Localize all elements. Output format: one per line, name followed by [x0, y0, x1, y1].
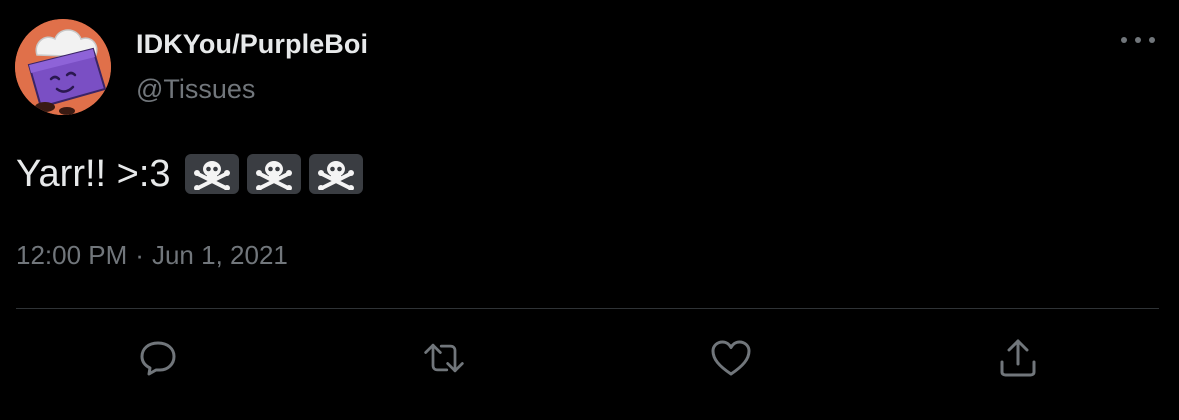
- reply-button[interactable]: [136, 336, 180, 380]
- retweet-button[interactable]: [422, 336, 466, 380]
- tweet-time: 12:00 PM: [16, 240, 128, 270]
- tweet-text-content: Yarr!! >:3: [16, 152, 171, 195]
- tweet-date: Jun 1, 2021: [151, 240, 288, 270]
- tweet-card: IDKYou/PurpleBoi @Tissues Yarr!! >:3 12:…: [0, 0, 1179, 420]
- heart-icon: [711, 340, 751, 376]
- skull-and-crossbones-emoji: [308, 154, 363, 194]
- tweet-text: Yarr!! >:3: [16, 149, 371, 199]
- display-name[interactable]: IDKYou/PurpleBoi: [136, 29, 368, 60]
- more-dots-icon: [1121, 37, 1155, 43]
- skull-crossbones-icon: [193, 161, 230, 190]
- more-options-button[interactable]: [1118, 28, 1158, 52]
- skull-crossbones-icon: [317, 161, 354, 190]
- avatar[interactable]: [15, 19, 111, 115]
- purple-tissue-box-icon: [15, 19, 111, 115]
- like-button[interactable]: [709, 336, 753, 380]
- share-button[interactable]: [996, 336, 1040, 380]
- reply-icon: [140, 341, 176, 376]
- divider: [16, 308, 1159, 309]
- retweet-icon: [424, 343, 464, 373]
- user-handle[interactable]: @Tissues: [136, 74, 255, 105]
- skull-crossbones-icon: [255, 161, 292, 190]
- timestamp-separator: ·: [135, 240, 144, 270]
- skull-and-crossbones-emoji: [246, 154, 301, 194]
- tweet-timestamp[interactable]: 12:00 PM · Jun 1, 2021: [16, 240, 288, 271]
- skull-and-crossbones-emoji: [184, 154, 239, 194]
- share-icon: [1000, 339, 1036, 377]
